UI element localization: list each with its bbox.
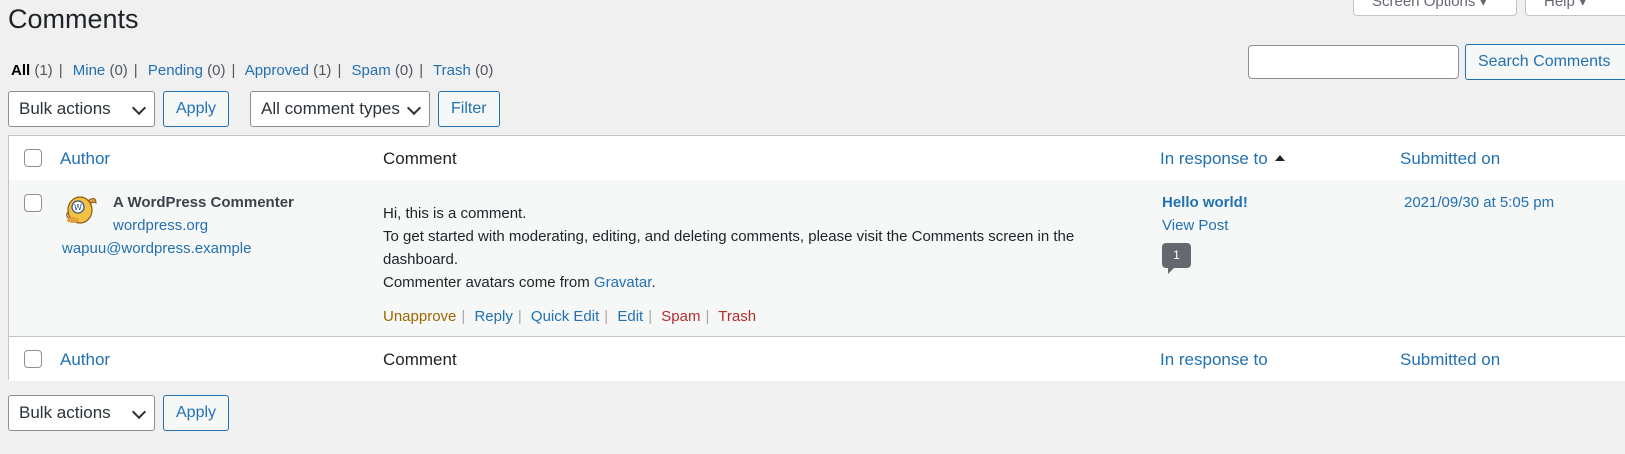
select-all-checkbox[interactable] xyxy=(24,149,42,167)
search-comments-button[interactable]: Search Comments xyxy=(1465,44,1625,80)
row-actions: Unapprove | Reply | Quick Edit | Edit | Spam… xyxy=(383,308,757,325)
footer-in-response-to-sort[interactable]: In response to xyxy=(1160,350,1268,370)
chevron-down-icon xyxy=(406,100,422,116)
chevron-down-icon xyxy=(131,100,147,116)
comment-text: Hi, this is a comment. To get started wi… xyxy=(383,205,1075,291)
comments-table: Author Comment In response to Submitted … xyxy=(8,135,1625,381)
status-filter-links: All (1) | Mine (0) | Pending (0) | Approved… xyxy=(11,62,494,79)
filter-pending[interactable]: Pending (0) xyxy=(148,62,226,79)
column-comment: Comment xyxy=(383,149,457,168)
spam-link[interactable]: Spam xyxy=(661,308,700,325)
edit-link[interactable]: Edit xyxy=(617,308,643,325)
sort-ascending-icon xyxy=(1274,155,1285,161)
author-url-link[interactable]: wordpress.org xyxy=(113,217,208,234)
filter-approved[interactable]: Approved (1) xyxy=(245,62,332,79)
footer-author-sort[interactable]: Author xyxy=(60,350,110,370)
select-all-checkbox-bottom[interactable] xyxy=(24,350,42,368)
view-post-link[interactable]: View Post xyxy=(1162,217,1228,234)
search-comments-input[interactable] xyxy=(1248,45,1459,79)
quick-edit-link[interactable]: Quick Edit xyxy=(531,308,599,325)
apply-button-top[interactable]: Apply xyxy=(163,91,230,127)
column-submitted-on-sort[interactable]: Submitted on xyxy=(1400,149,1500,169)
row-checkbox[interactable] xyxy=(24,194,42,212)
screen-options-button[interactable]: Screen Options ▾ xyxy=(1353,0,1517,16)
bulk-actions-select-top[interactable]: Bulk actions xyxy=(8,91,155,127)
table-footer: Author Comment In response to Submitted … xyxy=(9,336,1625,381)
filter-all[interactable]: All (1) xyxy=(11,62,53,79)
response-post-title-link[interactable]: Hello world! xyxy=(1162,194,1248,211)
footer-submitted-on-sort[interactable]: Submitted on xyxy=(1400,350,1500,370)
trash-link[interactable]: Trash xyxy=(718,308,756,325)
table-header: Author Comment In response to Submitted … xyxy=(9,136,1625,181)
apply-button-bottom[interactable]: Apply xyxy=(163,395,230,431)
bulk-actions-select-bottom[interactable]: Bulk actions xyxy=(8,395,155,431)
submitted-on-link[interactable]: 2021/09/30 at 5:05 pm xyxy=(1404,194,1554,211)
author-email-link[interactable]: wapuu@wordpress.example xyxy=(62,240,252,257)
column-in-response-to-sort[interactable]: In response to xyxy=(1160,149,1285,169)
comment-count-bubble[interactable]: 1 xyxy=(1162,243,1191,274)
unapprove-link[interactable]: Unapprove xyxy=(383,308,456,325)
filter-mine[interactable]: Mine (0) xyxy=(73,62,128,79)
comment-types-select[interactable]: All comment types xyxy=(250,91,430,127)
column-author-sort[interactable]: Author xyxy=(60,149,110,169)
reply-link[interactable]: Reply xyxy=(474,308,512,325)
filter-trash[interactable]: Trash (0) xyxy=(433,62,493,79)
footer-comment: Comment xyxy=(383,350,457,369)
author-name: A WordPress Commenter xyxy=(113,194,294,211)
wapuu-avatar: W xyxy=(66,196,97,224)
chevron-down-icon xyxy=(131,404,147,420)
gravatar-link[interactable]: Gravatar xyxy=(594,274,652,291)
table-row: W A WordPress Commenter wordpress.org wa… xyxy=(9,180,1625,336)
page-title: Comments xyxy=(8,4,139,34)
filter-button[interactable]: Filter xyxy=(438,91,500,127)
help-button[interactable]: Help ▾ xyxy=(1525,0,1625,16)
filter-spam[interactable]: Spam (0) xyxy=(352,62,414,79)
svg-text:W: W xyxy=(74,203,82,212)
